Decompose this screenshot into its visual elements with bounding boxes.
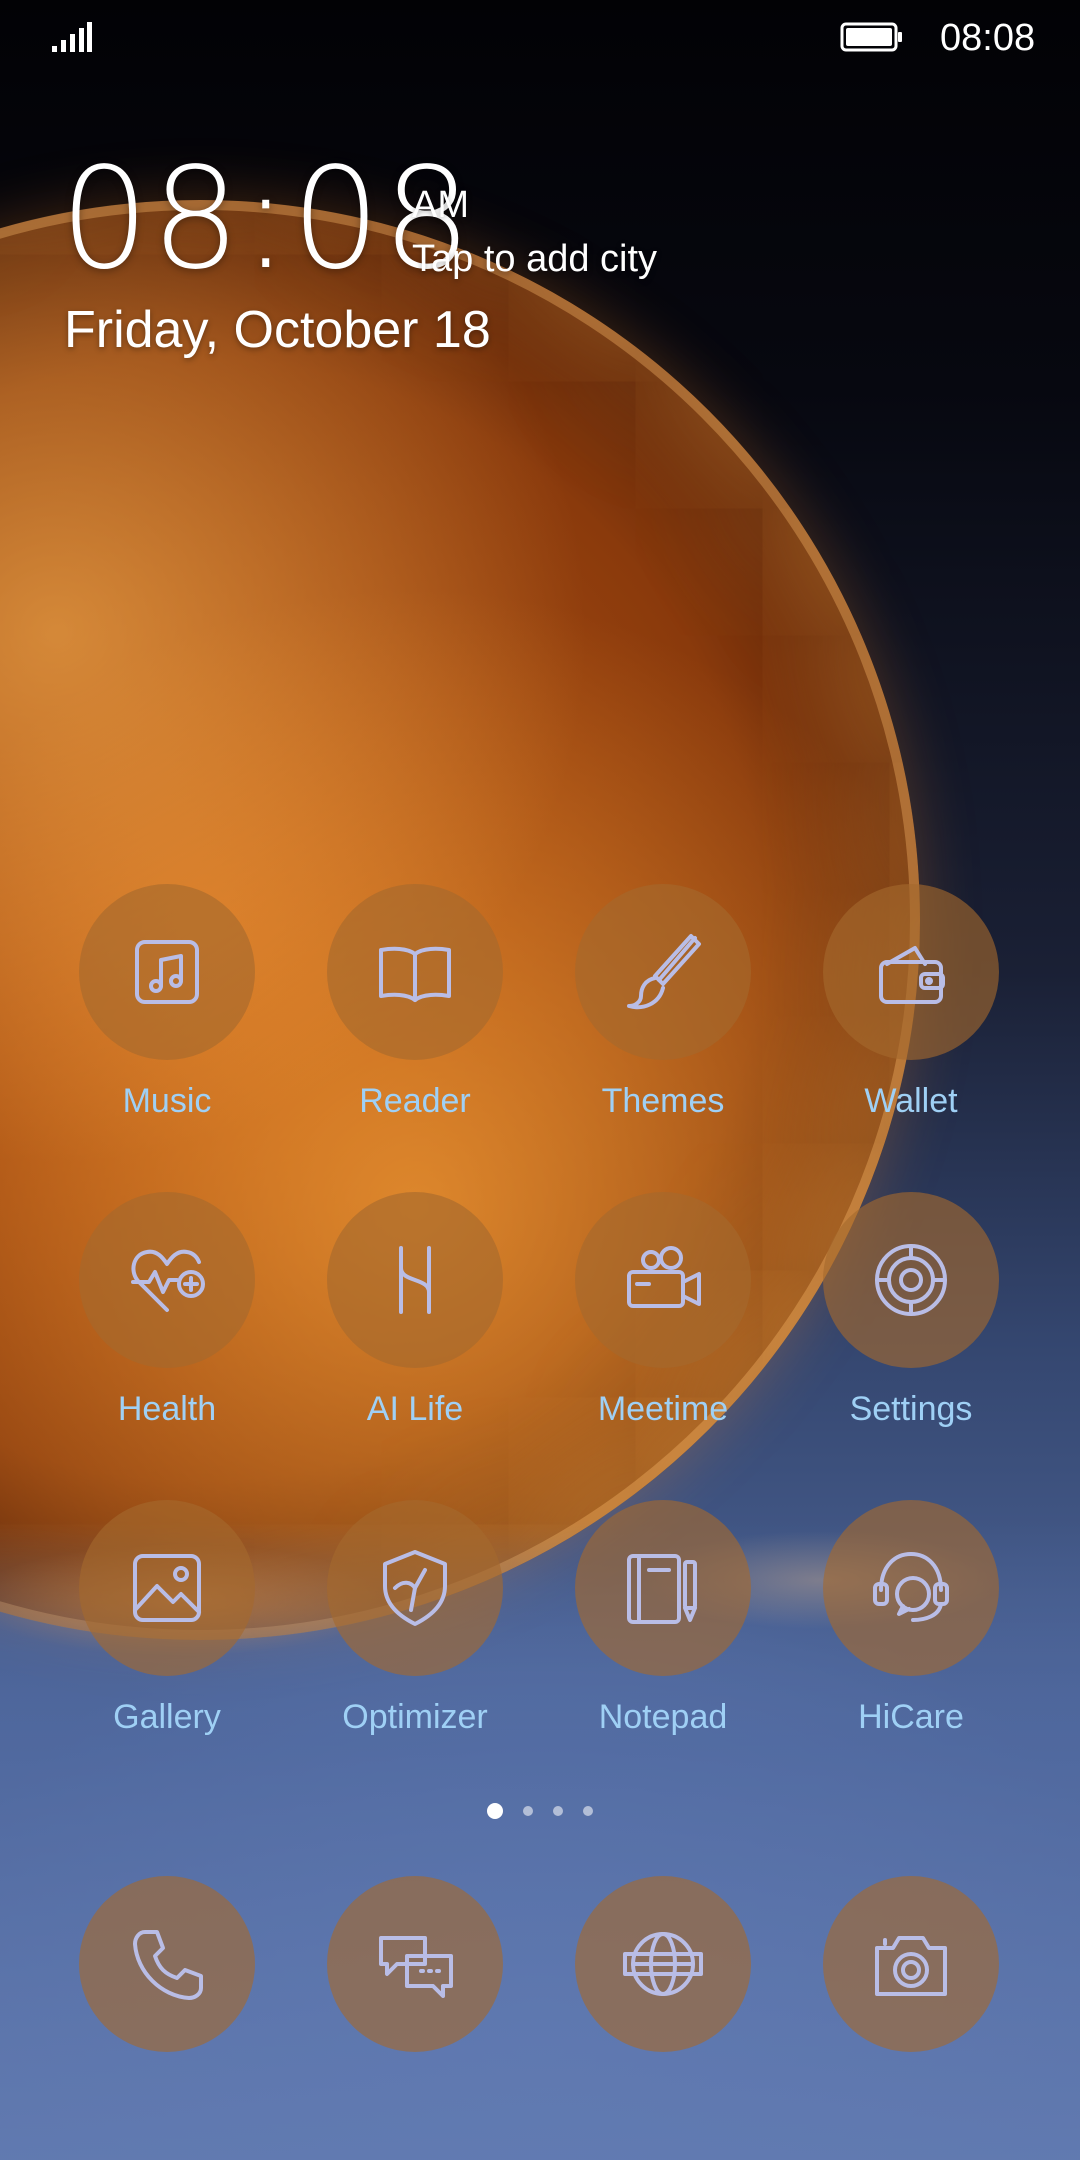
app-row: Music Reader Themes Wallet <box>0 884 1080 1174</box>
app-label: Wallet <box>864 1082 958 1120</box>
ai-life-icon[interactable] <box>327 1192 503 1368</box>
add-city-prompt[interactable]: Tap to add city <box>412 238 657 281</box>
app-label: Meetime <box>597 1390 729 1428</box>
app-label: Reader <box>359 1082 471 1120</box>
app-gallery[interactable]: Gallery <box>43 1500 291 1790</box>
dock <box>0 1876 1080 2052</box>
wallet-icon[interactable] <box>823 884 999 1060</box>
phone-icon[interactable] <box>79 1876 255 2052</box>
heart-pulse-icon[interactable] <box>79 1192 255 1368</box>
headset-icon[interactable] <box>823 1500 999 1676</box>
app-notepad[interactable]: Notepad <box>539 1500 787 1790</box>
dock-phone[interactable] <box>43 1876 291 2160</box>
app-label: Optimizer <box>342 1698 488 1736</box>
gear-icon[interactable] <box>823 1192 999 1368</box>
app-label: AI Life <box>366 1390 464 1428</box>
video-camera-icon[interactable] <box>575 1192 751 1368</box>
image-icon[interactable] <box>79 1500 255 1676</box>
messages-icon[interactable] <box>327 1876 503 2052</box>
app-reader[interactable]: Reader <box>291 884 539 1174</box>
app-themes[interactable]: Themes <box>539 884 787 1174</box>
notepad-icon[interactable] <box>575 1500 751 1676</box>
app-label: Health <box>117 1390 217 1428</box>
clock-date[interactable]: Friday, October 18 <box>64 300 491 360</box>
paintbrush-icon[interactable] <box>575 884 751 1060</box>
app-health[interactable]: Health <box>43 1192 291 1482</box>
app-ai-life[interactable]: AI Life <box>291 1192 539 1482</box>
app-settings[interactable]: Settings <box>787 1192 1035 1482</box>
app-wallet[interactable]: Wallet <box>787 884 1035 1174</box>
status-bar: 08:08 <box>0 0 1080 80</box>
page-dot[interactable] <box>523 1806 533 1816</box>
book-icon[interactable] <box>327 884 503 1060</box>
shield-icon[interactable] <box>327 1500 503 1676</box>
camera-icon[interactable] <box>823 1876 999 2052</box>
app-label: Themes <box>601 1082 725 1120</box>
dock-browser[interactable] <box>539 1876 787 2160</box>
page-indicator[interactable] <box>0 1802 1080 1822</box>
app-label: Notepad <box>598 1698 728 1736</box>
app-optimizer[interactable]: Optimizer <box>291 1500 539 1790</box>
app-meetime[interactable]: Meetime <box>539 1192 787 1482</box>
app-music[interactable]: Music <box>43 884 291 1174</box>
page-dot[interactable] <box>583 1806 593 1816</box>
app-label: Music <box>122 1082 212 1120</box>
app-row: Health AI Life Meetime Settings <box>0 1192 1080 1482</box>
signal-bars-icon <box>52 22 92 52</box>
app-label: Settings <box>849 1390 973 1428</box>
battery-full-icon <box>840 22 902 52</box>
app-row: Gallery Optimizer Notepad HiCare <box>0 1500 1080 1790</box>
dock-messages[interactable] <box>291 1876 539 2160</box>
music-icon[interactable] <box>79 884 255 1060</box>
page-dot-active[interactable] <box>487 1803 503 1819</box>
app-hicare[interactable]: HiCare <box>787 1500 1035 1790</box>
dock-camera[interactable] <box>787 1876 1035 2160</box>
clock-ampm: AM <box>412 184 469 226</box>
status-time: 08:08 <box>940 17 1036 59</box>
browser-icon[interactable] <box>575 1876 751 2052</box>
app-label: Gallery <box>113 1698 221 1736</box>
app-label: HiCare <box>858 1698 964 1736</box>
page-dot[interactable] <box>553 1806 563 1816</box>
